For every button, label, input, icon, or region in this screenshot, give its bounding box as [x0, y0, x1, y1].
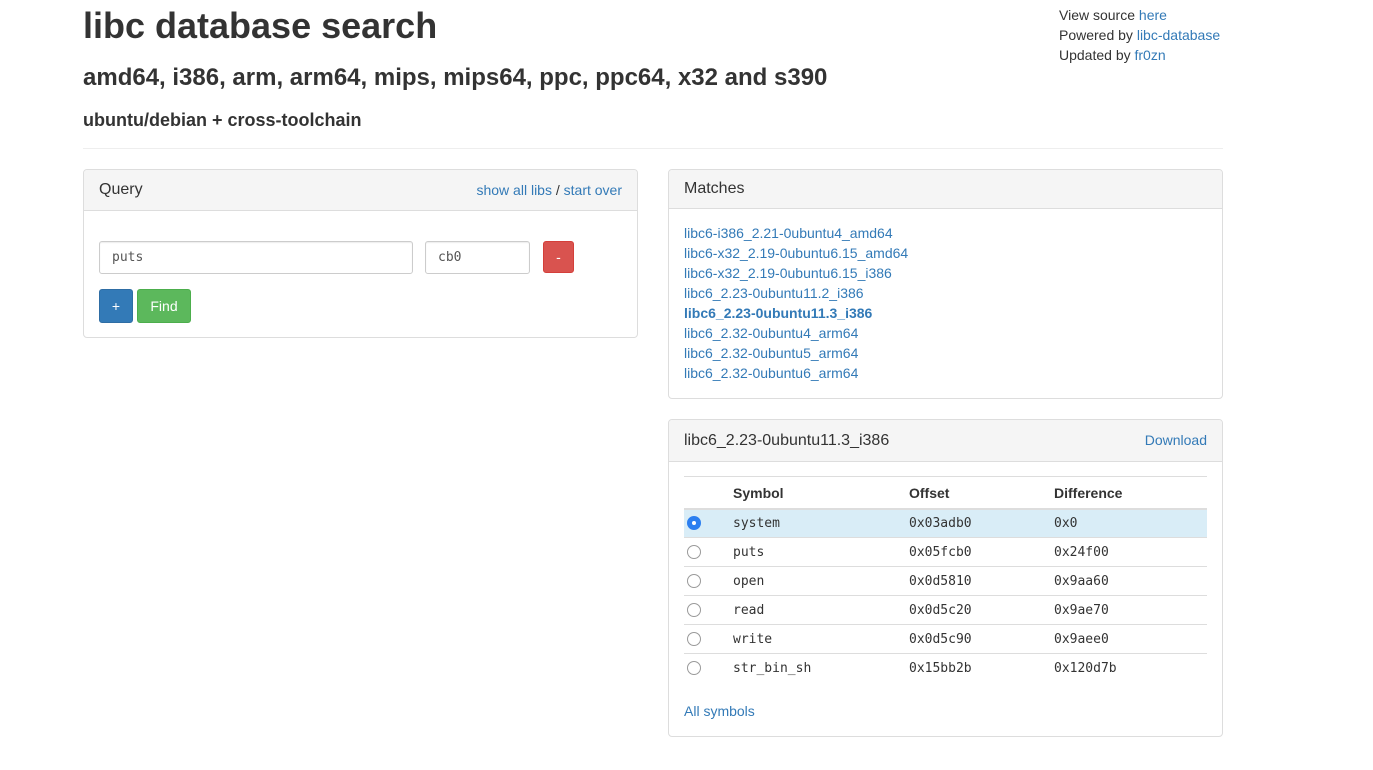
offset-cell: 0x0d5c20	[909, 595, 1054, 625]
source-info: View source here Powered by libc-databas…	[1059, 5, 1220, 65]
difference-cell: 0x0	[1054, 508, 1207, 538]
offset-cell: 0x0d5c90	[909, 624, 1054, 654]
row-select-radio[interactable]	[687, 574, 701, 588]
address-input[interactable]: cb0	[425, 241, 530, 274]
add-row-button[interactable]: +	[99, 289, 133, 323]
row-select-radio[interactable]	[687, 661, 701, 676]
difference-cell: 0x9ae70	[1054, 595, 1207, 625]
query-panel-heading: Query show all libs / start over	[84, 170, 637, 211]
row-radio-cell	[684, 595, 733, 625]
match-link[interactable]: libc6-i386_2.21-0ubuntu4_amd64	[684, 223, 908, 243]
query-panel-title: Query	[99, 181, 143, 198]
symbol-cell: open	[733, 566, 909, 596]
match-link[interactable]: libc6_2.32-0ubuntu5_arm64	[684, 343, 908, 363]
offset-cell: 0x03adb0	[909, 508, 1054, 538]
difference-cell: 0x9aa60	[1054, 566, 1207, 596]
result-panel-heading: libc6_2.23-0ubuntu11.3_i386 Download	[669, 420, 1222, 462]
table-header-row: Symbol Offset Difference	[684, 476, 1207, 510]
download-link[interactable]: Download	[1145, 420, 1207, 461]
symbol-cell: str_bin_sh	[733, 653, 909, 683]
page-container: libc database search amd64, i386, arm, a…	[83, 0, 1223, 737]
match-link[interactable]: libc6_2.32-0ubuntu6_arm64	[684, 363, 908, 383]
query-panel: Query show all libs / start over puts cb…	[83, 169, 638, 338]
match-link[interactable]: libc6_2.32-0ubuntu4_arm64	[684, 323, 908, 343]
offset-cell: 0x05fcb0	[909, 537, 1054, 567]
difference-cell: 0x24f00	[1054, 537, 1207, 567]
show-all-libs-link[interactable]: show all libs	[476, 182, 551, 198]
query-actions: show all libs / start over	[476, 182, 622, 198]
symbol-cell: system	[733, 508, 909, 538]
offset-column-header: Offset	[909, 476, 1054, 510]
match-link[interactable]: libc6-x32_2.19-0ubuntu6.15_i386	[684, 263, 908, 283]
table-row[interactable]: puts 0x05fcb0 0x24f00	[684, 537, 1207, 567]
page-title: libc database search	[83, 5, 438, 46]
row-select-radio[interactable]	[687, 603, 701, 617]
libc-database-link[interactable]: libc-database	[1137, 27, 1220, 43]
row-select-radio[interactable]	[687, 516, 701, 531]
difference-column-header: Difference	[1054, 476, 1207, 510]
symbol-column-header: Symbol	[733, 476, 909, 510]
all-symbols-link[interactable]: All symbols	[684, 703, 755, 719]
result-lib-title: libc6_2.23-0ubuntu11.3_i386	[684, 432, 890, 449]
difference-cell: 0x120d7b	[1054, 653, 1207, 683]
table-row[interactable]: open 0x0d5810 0x9aa60	[684, 566, 1207, 596]
page-header: libc database search amd64, i386, arm, a…	[83, 0, 1223, 149]
matches-panel: Matches libc6-i386_2.21-0ubuntu4_amd64 li…	[668, 169, 1223, 399]
radio-column-header	[684, 476, 733, 510]
row-select-radio[interactable]	[687, 632, 701, 646]
author-link[interactable]: fr0zn	[1135, 47, 1166, 63]
symbols-table: Symbol Offset Difference system 0x03adb0 0…	[684, 476, 1207, 683]
powered-by-line: Powered by libc-database	[1059, 27, 1221, 43]
find-button[interactable]: Find	[137, 289, 191, 323]
row-radio-cell	[684, 624, 733, 654]
row-radio-cell	[684, 508, 733, 538]
result-panel: libc6_2.23-0ubuntu11.3_i386 Download Sym…	[668, 419, 1223, 737]
offset-cell: 0x0d5810	[909, 566, 1054, 596]
table-row[interactable]: str_bin_sh 0x15bb2b 0x120d7b	[684, 653, 1207, 683]
table-row[interactable]: write 0x0d5c90 0x9aee0	[684, 624, 1207, 654]
symbol-cell: write	[733, 624, 909, 654]
symbol-name-input[interactable]: puts	[99, 241, 413, 274]
matches-panel-title: Matches	[684, 180, 745, 197]
table-row[interactable]: read 0x0d5c20 0x9ae70	[684, 595, 1207, 625]
supported-arches: amd64, i386, arm, arm64, mips, mips64, p…	[83, 64, 828, 91]
start-over-link[interactable]: start over	[564, 182, 622, 198]
match-link[interactable]: libc6_2.23-0ubuntu11.3_i386	[684, 303, 908, 323]
difference-cell: 0x9aee0	[1054, 624, 1207, 654]
matches-panel-heading: Matches	[669, 170, 1222, 209]
row-radio-cell	[684, 537, 733, 567]
view-source-link[interactable]: here	[1139, 7, 1167, 23]
row-radio-cell	[684, 566, 733, 596]
remove-row-button[interactable]: -	[543, 241, 574, 273]
updated-by-line: Updated by fr0zn	[1059, 47, 1166, 63]
table-row[interactable]: system 0x03adb0 0x0	[684, 508, 1207, 538]
match-link[interactable]: libc6_2.23-0ubuntu11.2_i386	[684, 283, 908, 303]
sources-subtitle: ubuntu/debian + cross-toolchain	[83, 110, 362, 130]
offset-cell: 0x15bb2b	[909, 653, 1054, 683]
row-radio-cell	[684, 653, 733, 683]
view-source-line: View source here	[1059, 7, 1167, 23]
symbol-rows: system 0x03adb0 0x0 puts 0x05fcb0 0x24f00 open…	[684, 508, 1207, 683]
match-list: libc6-i386_2.21-0ubuntu4_amd64 libc6-x32_…	[684, 223, 908, 383]
symbol-cell: puts	[733, 537, 909, 567]
symbol-cell: read	[733, 595, 909, 625]
row-select-radio[interactable]	[687, 545, 701, 559]
match-link[interactable]: libc6-x32_2.19-0ubuntu6.15_amd64	[684, 243, 908, 263]
